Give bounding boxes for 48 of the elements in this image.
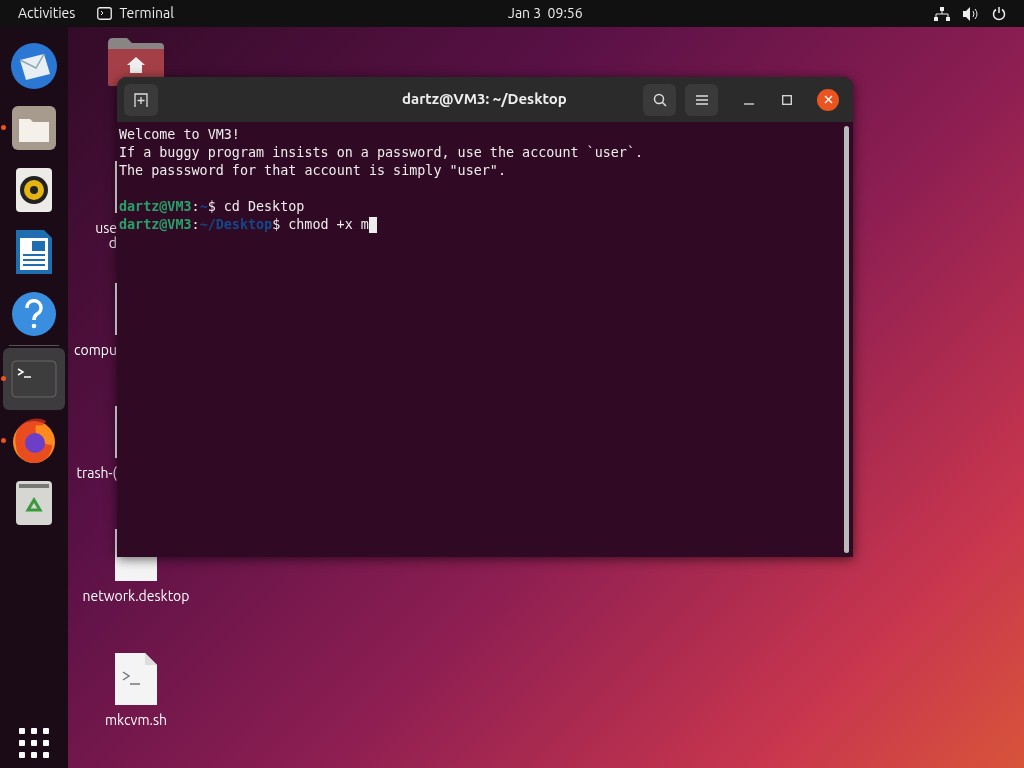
recycle-bin-icon — [15, 480, 53, 526]
icon-label: use — [95, 221, 117, 236]
help-icon — [11, 291, 57, 337]
new-tab-button[interactable] — [124, 83, 158, 116]
icon-label: mkcvm.sh — [105, 713, 167, 728]
output-line: The passsword for that account is simply "user". — [119, 162, 506, 180]
prompt-path: ~ — [199, 198, 208, 216]
document-icon — [15, 229, 53, 275]
search-icon — [652, 92, 667, 107]
app-menu-label[interactable]: Terminal — [119, 3, 174, 24]
terminal-icon — [11, 360, 57, 398]
prompt-separator: : — [191, 216, 200, 234]
command-text: cd Desktop — [223, 198, 305, 216]
running-indicator — [1, 376, 6, 381]
terminal-app-icon — [97, 7, 113, 20]
prompt-user: dartz@VM3 — [119, 198, 192, 216]
envelope-icon — [10, 42, 58, 90]
folder-icon — [11, 105, 57, 151]
new-tab-icon — [134, 92, 148, 107]
clock[interactable]: Jan 3 09:56 — [508, 3, 583, 24]
volume-icon[interactable] — [963, 6, 979, 21]
prompt-symbol: $ — [207, 198, 216, 216]
menu-button[interactable] — [685, 83, 718, 116]
maximize-icon[interactable] — [782, 94, 792, 105]
menu-icon — [695, 94, 708, 105]
command-text: chmod +x m — [288, 216, 369, 234]
prompt-symbol: $ — [272, 216, 281, 234]
speaker-icon — [15, 167, 53, 213]
power-icon[interactable] — [992, 6, 1006, 21]
activities-button[interactable]: Activities — [18, 3, 76, 24]
icon-label: d — [108, 236, 117, 251]
prompt-path: ~/Desktop — [199, 216, 273, 234]
close-button[interactable] — [817, 88, 839, 111]
running-indicator — [1, 125, 6, 130]
globe-icon — [10, 417, 58, 465]
output-line: Welcome to VM3! — [119, 126, 240, 144]
prompt-separator: : — [191, 198, 200, 216]
icon-label: trash-( — [76, 466, 117, 481]
running-indicator — [1, 438, 6, 443]
search-button[interactable] — [643, 83, 676, 116]
network-icon[interactable] — [934, 6, 950, 21]
icon-label: network.desktop — [82, 589, 190, 604]
output-line: If a buggy program insists on a password, use the account `user`. — [119, 144, 644, 162]
app-grid-icon[interactable] — [19, 728, 49, 758]
prompt-user: dartz@VM3 — [119, 216, 192, 234]
close-icon — [823, 95, 833, 104]
icon-label: compu — [74, 343, 117, 358]
window-title: dartz@VM3: ~/Desktop — [402, 89, 567, 110]
